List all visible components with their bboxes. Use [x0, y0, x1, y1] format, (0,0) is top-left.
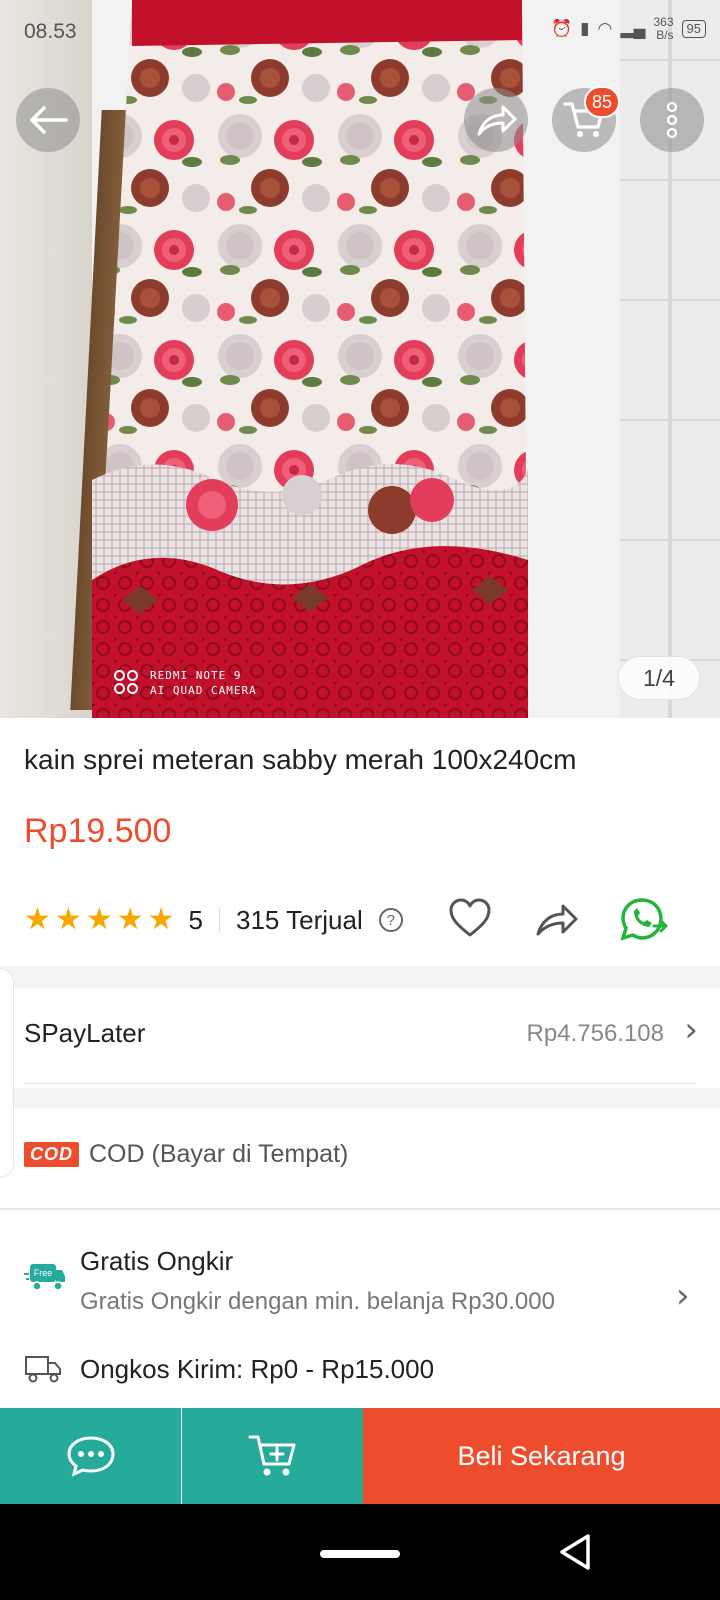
product-photo-fabric — [92, 0, 528, 718]
network-speed-value: 363 — [653, 15, 674, 29]
system-navigation-bar — [0, 1504, 720, 1600]
home-gesture-pill[interactable] — [320, 1550, 400, 1558]
watermark-line-2: AI QUAD CAMERA — [150, 684, 257, 697]
section-divider — [0, 1088, 720, 1108]
spaylater-limit: Rp4.756.108 — [526, 1020, 664, 1047]
shipping-cost-text: Ongkos Kirim: Rp0 - Rp15.000 — [80, 1354, 435, 1384]
star-icon: ★ — [147, 903, 175, 936]
product-price: Rp19.500 — [24, 812, 172, 850]
cod-badge: COD — [24, 1142, 79, 1167]
chevron-right-icon: › — [676, 1276, 690, 1316]
truck-icon — [25, 1356, 61, 1383]
star-icon: ★ — [24, 903, 51, 936]
spaylater-label: SPayLater — [24, 1018, 146, 1048]
product-title: kain sprei meteran sabby merah 100x240cm — [24, 744, 577, 775]
divider — [219, 907, 220, 933]
more-options-button[interactable] — [640, 88, 704, 152]
rating-stars: ★ ★ ★ ★ ★ — [24, 905, 175, 935]
back-button[interactable] — [16, 88, 80, 152]
star-icon: ★ — [54, 903, 82, 936]
add-to-cart-icon — [248, 1435, 295, 1476]
watermark-line-1: REDMI NOTE 9 — [150, 669, 242, 682]
share-icon — [477, 105, 517, 136]
cod-text: COD (Bayar di Tempat) — [89, 1140, 349, 1168]
cod-row: COD COD (Bayar di Tempat) — [24, 1140, 348, 1169]
more-vertical-icon — [666, 102, 678, 138]
rating-row: ★ ★ ★ ★ ★ 5 315 Terjual ? — [24, 896, 704, 944]
whatsapp-icon[interactable] — [620, 896, 670, 942]
divider — [0, 1208, 720, 1210]
section-divider — [0, 966, 720, 988]
vibrate-icon: ▮ — [580, 19, 590, 38]
help-icon[interactable]: ? — [378, 908, 403, 932]
battery-indicator: 95 — [681, 20, 706, 38]
free-shipping-title: Gratis Ongkir — [80, 1246, 234, 1276]
star-icon: ★ — [85, 903, 113, 936]
sold-count: 315 Terjual — [236, 904, 363, 935]
alarm-icon: ⏰ — [551, 19, 573, 38]
share-icon[interactable] — [534, 900, 580, 938]
cart-count-badge: 85 — [584, 86, 620, 118]
divider — [24, 1083, 696, 1084]
add-to-cart-button[interactable] — [182, 1408, 363, 1504]
free-shipping-desc: Gratis Ongkir dengan min. belanja Rp30.0… — [80, 1288, 555, 1315]
signal-icon: ▂▄ — [620, 19, 646, 38]
status-icons: ⏰ ▮ ◠ ▂▄ 363 B/s 95 — [551, 16, 706, 42]
network-speed-unit: B/s — [656, 28, 674, 42]
status-time: 08.53 — [24, 20, 77, 43]
camera-watermark: REDMI NOTE 9 AI QUAD CAMERA — [114, 668, 294, 698]
buy-now-button[interactable]: Beli Sekarang — [363, 1408, 720, 1504]
camera-watermark-icon — [114, 670, 140, 696]
heart-icon[interactable] — [448, 898, 492, 938]
share-button-top[interactable] — [464, 88, 528, 152]
free-shipping-truck-icon: Free — [24, 1264, 65, 1291]
nav-back-icon[interactable] — [556, 1532, 592, 1572]
chat-button[interactable] — [0, 1408, 181, 1504]
free-badge: Free — [34, 1268, 53, 1278]
star-icon: ★ — [116, 903, 144, 936]
back-arrow-icon — [30, 106, 68, 134]
image-counter: 1/4 — [618, 656, 700, 700]
rating-value: 5 — [188, 904, 203, 935]
bottom-action-bar: Beli Sekarang — [0, 1408, 720, 1504]
side-drawer-handle[interactable] — [0, 968, 14, 1178]
chevron-right-icon: › — [684, 1010, 698, 1050]
network-speed: 363 B/s — [654, 16, 674, 42]
wifi-icon: ◠ — [597, 19, 613, 38]
chat-icon — [66, 1436, 115, 1477]
spaylater-row[interactable]: SPayLater Rp4.756.108 › — [0, 988, 720, 1084]
